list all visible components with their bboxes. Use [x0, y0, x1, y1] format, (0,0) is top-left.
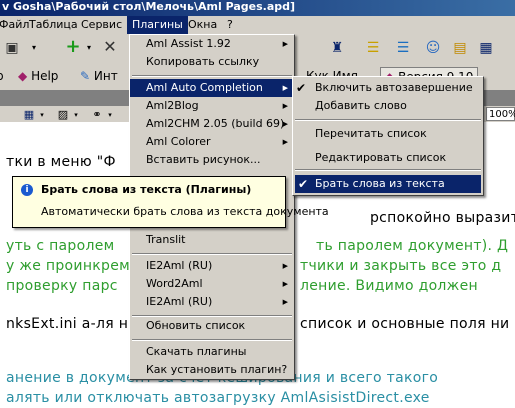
- submenu-arrow-icon: ▶: [282, 262, 288, 270]
- tab-int[interactable]: ✎ Инт: [80, 66, 118, 86]
- menu-item-label: Aml2Blog: [146, 99, 199, 112]
- submenu-arrow-icon: ▶: [282, 102, 288, 110]
- menu-item-edit-list[interactable]: Редактировать список: [293, 149, 483, 167]
- dropdown-icon[interactable]: ▾: [84, 39, 94, 57]
- menu-item-label: Редактировать список: [315, 151, 447, 164]
- menu-item-label: IE2Aml (RU): [146, 295, 213, 308]
- menu-item-aml-colorer[interactable]: Aml Colorer ▶: [130, 133, 294, 151]
- menu-item-download-plugins[interactable]: Скачать плагины: [130, 343, 294, 361]
- zoom-field[interactable]: 100%: [486, 107, 515, 121]
- tooltip-body: Автоматически брать слова из текста доку…: [41, 205, 329, 218]
- doc-line: алять или отключать автозагрузку AmlAsis…: [6, 390, 430, 406]
- menu-item-insert-picture[interactable]: Вставить рисунок...: [130, 151, 294, 169]
- tab-help-label: Help: [31, 69, 59, 83]
- menu-item-copy-link[interactable]: Копировать ссылку: [130, 53, 294, 71]
- tab-int-label: Инт: [93, 69, 118, 83]
- menu-separator: [295, 169, 481, 171]
- menu-help[interactable]: ?: [222, 16, 238, 34]
- pen-icon: ✎: [80, 69, 91, 83]
- menu-table[interactable]: Таблица: [24, 16, 83, 34]
- calendar-icon[interactable]: ▦: [478, 39, 494, 57]
- doc-line: проверку парс: [6, 278, 118, 294]
- menu-item-label: Включить автозавершение: [315, 81, 473, 94]
- menu-item-label: IE2Aml (RU): [146, 259, 213, 272]
- menu-item-label: Скачать плагины: [146, 345, 247, 358]
- menu-item-label: Как установить плагин?: [146, 363, 288, 376]
- menu-item-word2aml[interactable]: Word2Aml ▶: [130, 275, 294, 293]
- menu-item-label: Брать слова из текста: [315, 177, 445, 190]
- tab-prev[interactable]: b: [0, 66, 6, 86]
- menu-item-aml-auto-completion[interactable]: Aml Auto Completion ▶: [130, 79, 294, 97]
- menu-item-translit[interactable]: Translit: [130, 231, 294, 249]
- tab-help[interactable]: ◆ Help: [18, 66, 58, 86]
- tooltip-title: Брать слова из текста (Плагины): [41, 183, 252, 196]
- menu-item-take-words-from-text[interactable]: ✔ Брать слова из текста: [295, 175, 481, 193]
- menu-item-enable-autocompletion[interactable]: ✔ Включить автозавершение: [293, 79, 483, 97]
- menu-item-label: Обновить список: [146, 319, 246, 332]
- menu-item-label: Word2Aml: [146, 277, 203, 290]
- submenu-arrow-icon: ▶: [282, 40, 288, 48]
- menu-item-refresh-list[interactable]: Обновить список: [130, 317, 294, 335]
- menu-item-label: Копировать ссылку: [146, 55, 260, 68]
- menu-item-label: Вставить рисунок...: [146, 153, 261, 166]
- doc-line: уть с паролем: [6, 238, 115, 254]
- menu-item-label: Aml Assist 1.92: [146, 37, 231, 50]
- submenu-arrow-icon: ▶: [282, 298, 288, 306]
- menu-item-add-word[interactable]: Добавить слово: [293, 97, 483, 115]
- menu-service[interactable]: Сервис: [76, 16, 127, 34]
- submenu-arrow-icon: ▶: [282, 120, 288, 128]
- menu-separator: [132, 75, 292, 77]
- save-icon[interactable]: ▣: [4, 39, 20, 57]
- menu-item-label: Aml Auto Completion: [146, 81, 263, 94]
- delete-icon[interactable]: ✕: [102, 38, 118, 56]
- list-icon[interactable]: ☰: [366, 39, 380, 57]
- menu-plugins[interactable]: Плагины: [127, 16, 188, 34]
- window-title: v Gosha\Рабочий стол\Мелочь\Aml Pages.ap…: [2, 0, 296, 13]
- menu-item-aml2blog[interactable]: Aml2Blog ▶: [130, 97, 294, 115]
- submenu-arrow-icon: ▶: [282, 84, 288, 92]
- menu-item-reread-list[interactable]: Перечитать список: [293, 125, 483, 143]
- list-icon[interactable]: ☰: [396, 39, 410, 57]
- menu-item-label: Перечитать список: [315, 127, 427, 140]
- menu-windows[interactable]: Окна: [183, 16, 222, 34]
- autocompletion-submenu: ✔ Включить автозавершение Добавить слово …: [292, 76, 484, 196]
- add-icon[interactable]: +: [64, 38, 82, 56]
- doc-line: ление. Видимо должен: [300, 278, 478, 294]
- users-icon[interactable]: ☺: [424, 39, 442, 57]
- menu-separator: [132, 253, 292, 255]
- menu-item-ie2aml-2[interactable]: IE2Aml (RU) ▶: [130, 293, 294, 311]
- dropdown-icon[interactable]: ▾: [28, 39, 40, 57]
- find-icon[interactable]: ♜: [328, 39, 346, 57]
- menu-separator: [295, 119, 481, 121]
- check-icon: ✔: [298, 177, 309, 191]
- submenu-arrow-icon: ▶: [282, 280, 288, 288]
- menu-item-tooltip: i Брать слова из текста (Плагины) Автома…: [12, 176, 329, 228]
- menu-item-aml-assist[interactable]: Aml Assist 1.92 ▶: [130, 35, 294, 53]
- check-icon: ✔: [296, 81, 307, 95]
- info-icon: i: [21, 184, 33, 196]
- doc-line: nksExt.ini а-ля н: [6, 316, 129, 332]
- doc-line: список и основные поля ни: [300, 316, 510, 332]
- menu-item-label: Добавить слово: [315, 99, 407, 112]
- book-icon: ◆: [18, 69, 28, 83]
- submenu-arrow-icon: ▶: [282, 138, 288, 146]
- menu-item-aml2chm[interactable]: Aml2CHM 2.05 (build 69) ▶: [130, 115, 294, 133]
- doc-line: у же проинкрем: [6, 258, 130, 274]
- chart-icon[interactable]: ▤: [452, 39, 468, 57]
- window-title-bar: v Gosha\Рабочий стол\Мелочь\Aml Pages.ap…: [0, 0, 515, 16]
- menu-separator: [132, 339, 292, 341]
- menu-item-label: Translit: [146, 233, 186, 246]
- menu-bar: Файл Таблица Сервис Плагины Окна ?: [0, 16, 515, 34]
- menu-item-label: Aml Colorer: [146, 135, 211, 148]
- doc-line: тчики и закрыть все это д: [300, 258, 502, 274]
- menu-item-how-to-install[interactable]: Как установить плагин?: [130, 361, 294, 379]
- doc-line: ть паролем документ). Д: [316, 238, 509, 254]
- doc-line: рспокойно выразить без: [370, 210, 515, 226]
- menu-item-label: Aml2CHM 2.05 (build 69): [146, 117, 285, 130]
- doc-line: тки в меню "Ф: [6, 154, 116, 170]
- menu-item-ie2aml[interactable]: IE2Aml (RU) ▶: [130, 257, 294, 275]
